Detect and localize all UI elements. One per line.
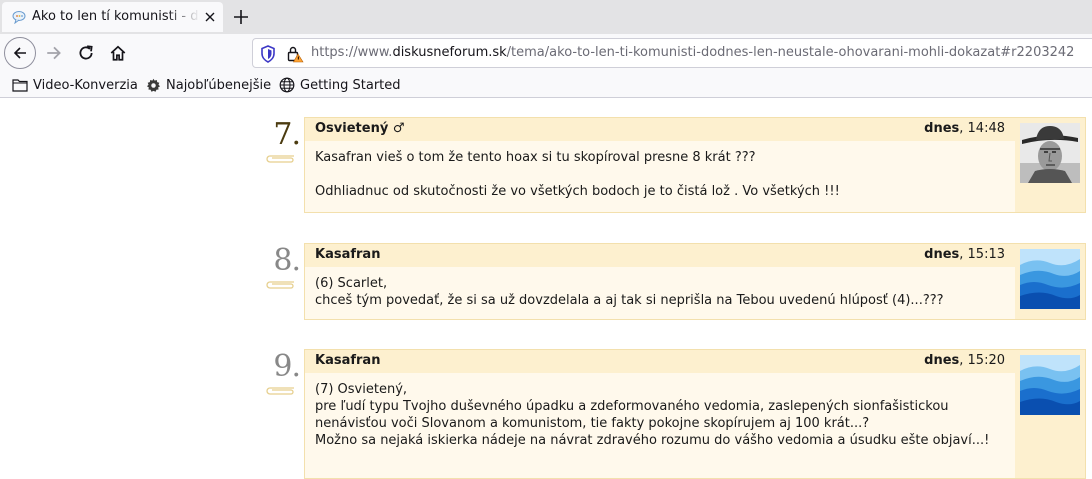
post-paragraph: (6) Scarlet, chceš tým povedať, že si sa… <box>315 276 944 308</box>
post-box: Kasafran dnes, 15:20 (7) Osvietený, pre … <box>304 349 1086 479</box>
arrow-right-icon <box>47 46 61 60</box>
shield-icon[interactable] <box>260 45 276 63</box>
page-content: 7. Osvietený ♂ dnes, 14:48 Kasafran vieš… <box>0 98 1092 479</box>
post-date: dnes, 15:20 <box>924 353 1005 368</box>
post-date: dnes, 14:48 <box>924 121 1005 136</box>
avatar-column <box>1015 244 1085 319</box>
post-paragraph: Odhliadnuc od skutočnosti že vo všetkých… <box>315 184 840 199</box>
post-body: (6) Scarlet, chceš tým povedať, že si sa… <box>305 267 1085 319</box>
paperclip-icon[interactable] <box>265 279 295 289</box>
date-time: , 15:13 <box>959 247 1005 262</box>
male-icon: ♂ <box>392 121 405 136</box>
paperclip-icon[interactable] <box>265 153 295 163</box>
post-paragraph: Kasafran vieš o tom že tento hoax si tu … <box>315 150 756 165</box>
bookmark-video-konverzia[interactable]: Video-Konverzia <box>12 76 138 94</box>
post-number[interactable]: 9. <box>262 349 301 384</box>
post-header: Osvietený ♂ dnes, 14:48 <box>305 118 1015 141</box>
post-number[interactable]: 7. <box>262 117 301 152</box>
bookmark-getting-started[interactable]: Getting Started <box>279 76 401 94</box>
post-paragraph: (7) Osvietený, pre ľudí typu Tvojho duše… <box>315 382 990 448</box>
bookmark-label: Video-Konverzia <box>33 77 138 93</box>
date-time: , 14:48 <box>959 121 1005 136</box>
post-body: (7) Osvietený, pre ľudí typu Tvojho duše… <box>305 373 1085 459</box>
cowboy-avatar-image <box>1020 123 1080 183</box>
date-time: , 15:20 <box>959 353 1005 368</box>
date-day: dnes <box>924 353 960 368</box>
tab-title: Ako to len tí komunisti - diskusneforum.… <box>32 9 200 24</box>
avatar[interactable] <box>1020 249 1080 309</box>
avatar[interactable] <box>1020 123 1080 183</box>
reload-icon <box>79 45 93 60</box>
mountains-avatar-image <box>1020 355 1080 415</box>
url-host: diskusneforum.sk <box>392 45 507 60</box>
post-body: Kasafran vieš o tom že tento hoax si tu … <box>305 141 1085 210</box>
avatar-column <box>1015 118 1085 212</box>
post-number[interactable]: 8. <box>262 243 301 278</box>
arrow-left-icon <box>13 47 26 59</box>
bookmark-najoblubenejsie[interactable]: Najobľúbenejšie <box>146 76 271 94</box>
new-tab-icon[interactable] <box>229 5 253 29</box>
author-name: Osvietený <box>315 121 389 136</box>
avatar[interactable] <box>1020 355 1080 415</box>
post-box: Kasafran dnes, 15:13 (6) Scarlet, chceš … <box>304 243 1086 320</box>
url-prefix: https://www. <box>311 45 393 60</box>
folder-icon <box>12 79 28 92</box>
home-button[interactable] <box>102 37 134 69</box>
post-date: dnes, 15:13 <box>924 247 1005 262</box>
gear-icon <box>146 78 161 92</box>
post-header: Kasafran dnes, 15:13 <box>305 244 1015 267</box>
navigation-bar: https://www.diskusneforum.sk/tema/ako-to… <box>0 34 1092 72</box>
post-author[interactable]: Kasafran <box>315 247 380 262</box>
url-text: https://www.diskusneforum.sk/tema/ako-to… <box>311 45 1074 60</box>
post-header: Kasafran dnes, 15:20 <box>305 350 1015 373</box>
home-icon <box>110 45 126 61</box>
reload-button[interactable] <box>70 37 102 69</box>
bookmark-label: Najobľúbenejšie <box>166 77 272 93</box>
globe-icon <box>279 77 295 93</box>
lock-warning-icon[interactable] <box>286 45 304 63</box>
bookmarks-toolbar: Video-Konverzia Najobľúbenejšie Getting … <box>0 72 1092 98</box>
avatar-column <box>1015 350 1085 478</box>
close-icon[interactable] <box>202 9 218 25</box>
forward-button[interactable] <box>38 37 70 69</box>
url-path: /tema/ako-to-len-ti-komunisti-dodnes-len… <box>506 45 1075 60</box>
back-button[interactable] <box>4 37 36 69</box>
date-day: dnes <box>924 121 960 136</box>
post-author[interactable]: Kasafran <box>315 353 380 368</box>
paperclip-icon[interactable] <box>265 385 295 395</box>
bookmark-label: Getting Started <box>300 77 401 93</box>
speech-bubble-icon <box>12 11 26 24</box>
mountains-avatar-image <box>1020 249 1080 309</box>
tab-strip: Ako to len tí komunisti - diskusneforum.… <box>0 0 1092 34</box>
date-day: dnes <box>924 247 960 262</box>
browser-tab[interactable]: Ako to len tí komunisti - diskusneforum.… <box>2 2 223 32</box>
post-author[interactable]: Osvietený ♂ <box>315 121 404 136</box>
post-box: Osvietený ♂ dnes, 14:48 Kasafran vieš o … <box>304 117 1086 213</box>
url-bar[interactable]: https://www.diskusneforum.sk/tema/ako-to… <box>252 38 1092 68</box>
